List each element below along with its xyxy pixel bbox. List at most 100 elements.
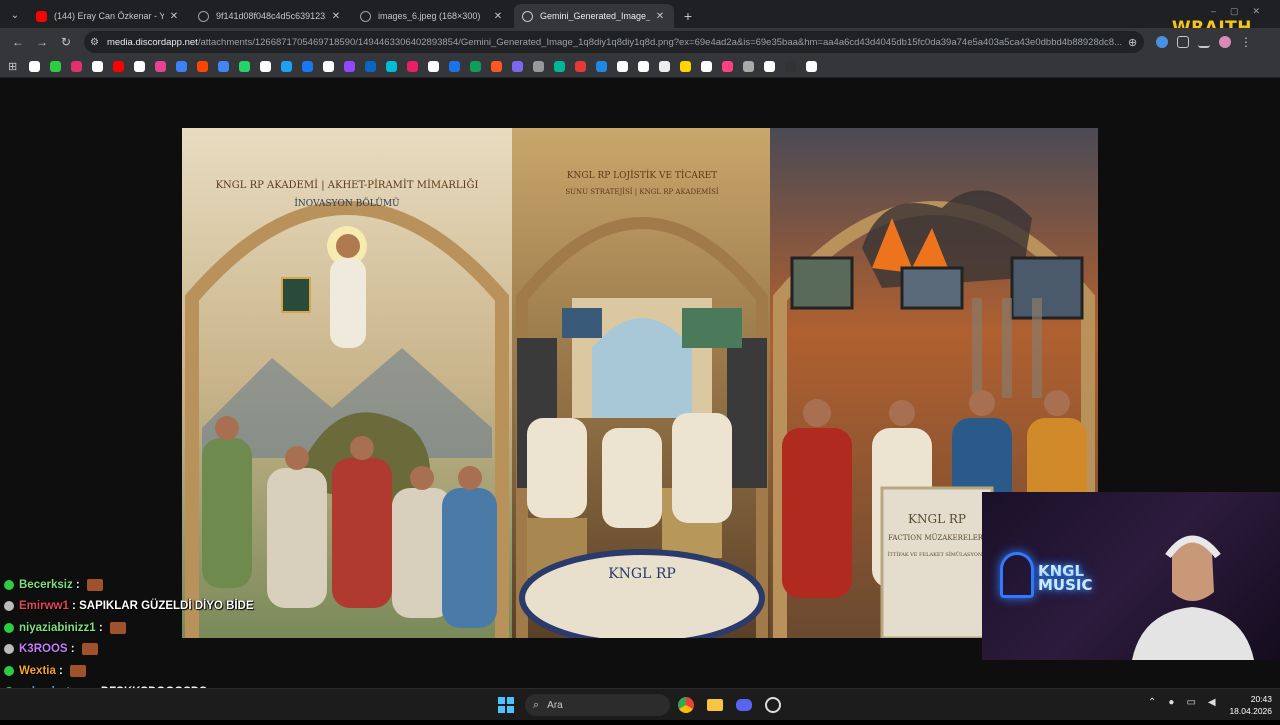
back-arrow-icon[interactable]: ← [6, 30, 30, 54]
bookmark-icon[interactable] [554, 61, 566, 72]
globe-icon [198, 10, 209, 22]
tab-title: 9f141d08f048c4d5c63912314618 [216, 11, 326, 21]
bookmark-icon[interactable] [680, 61, 692, 72]
bookmark-icon[interactable] [239, 61, 251, 72]
bookmark-icon[interactable] [638, 61, 650, 72]
clock-time: 20:43 [1250, 694, 1272, 704]
chat-badge-icon [4, 579, 14, 590]
close-icon[interactable]: ✕ [492, 11, 504, 22]
bookmark-icon[interactable] [743, 61, 755, 72]
banner-middle: KNGL RP LOJİSTİK VE TİCARET [567, 169, 717, 181]
bookmark-icon[interactable] [449, 61, 461, 72]
chevron-up-icon[interactable]: ⌃ [1148, 697, 1156, 708]
bookmark-icon[interactable] [470, 61, 482, 72]
bookmark-icon[interactable] [281, 61, 293, 72]
close-icon[interactable]: ✕ [654, 11, 666, 22]
window-controls[interactable]: –▢✕ [1211, 6, 1274, 17]
bookmark-icon[interactable] [92, 61, 104, 72]
bookmark-icon[interactable] [659, 61, 671, 72]
banner-left: KNGL RP AKADEMİ | AKHET-PİRAMİT MİMARLIĞ… [216, 179, 479, 191]
taskbar-search[interactable]: ⌕ Ara [525, 694, 670, 716]
bookmark-icon[interactable] [407, 61, 419, 72]
bookmark-icon[interactable] [575, 61, 587, 72]
bookmark-icon[interactable] [29, 61, 41, 72]
file-explorer-icon[interactable] [705, 695, 725, 715]
bookmark-icon[interactable] [302, 61, 314, 72]
bookmark-icon[interactable] [722, 61, 734, 72]
chat-message: niyaziabinizz1 : [4, 617, 304, 639]
close-icon[interactable]: ✕ [168, 11, 180, 22]
bookmark-icon[interactable] [323, 61, 335, 72]
address-bar[interactable]: ⚙ media.discordapp.net/attachments/12668… [84, 31, 1144, 53]
download-icon[interactable] [1198, 36, 1210, 48]
bookmark-icon[interactable] [113, 61, 125, 72]
chat-username: niyaziabinizz1 [19, 621, 96, 634]
bookmark-icon[interactable] [365, 61, 377, 72]
bookmark-icon[interactable] [512, 61, 524, 72]
bookmark-icon[interactable] [344, 61, 356, 72]
banner-left-sub: İNOVASYON BÖLÜMÜ [294, 197, 400, 209]
bookmark-icon[interactable] [176, 61, 188, 72]
tab-images-jpeg[interactable]: images_6.jpeg (168×300) ✕ [352, 4, 512, 28]
bookmark-icon[interactable] [134, 61, 146, 72]
kebab-menu-icon[interactable]: ⋮ [1240, 35, 1252, 49]
chat-badge-icon [4, 622, 14, 633]
bookmark-icon[interactable] [71, 61, 83, 72]
chrome-icon[interactable] [676, 695, 696, 715]
avatar[interactable] [1219, 36, 1231, 48]
bookmark-icon[interactable] [596, 61, 608, 72]
chevron-down-icon[interactable]: ⌄ [2, 2, 28, 28]
zoom-icon[interactable]: ⊕ [1128, 36, 1137, 49]
webcam-overlay: KNGL MUSIC [982, 492, 1280, 660]
bookmark-icon[interactable] [260, 61, 272, 72]
tab-hash-image[interactable]: 9f141d08f048c4d5c63912314618 ✕ [190, 4, 350, 28]
bookmark-icon[interactable] [197, 61, 209, 72]
discord-icon[interactable] [734, 695, 754, 715]
bookmark-icon[interactable] [806, 61, 818, 72]
reload-icon[interactable]: ↻ [54, 30, 78, 54]
extension-icon[interactable] [1156, 36, 1168, 48]
chat-username: Emirww1 [19, 600, 69, 613]
bookmark-icon[interactable] [218, 61, 230, 72]
bookmark-icon[interactable] [491, 61, 503, 72]
chat-emote-icon [86, 578, 103, 591]
windows-start-icon[interactable] [498, 697, 514, 713]
bookmark-icon[interactable] [50, 61, 62, 72]
search-icon: ⌕ [533, 698, 540, 711]
bookmark-icon[interactable] [617, 61, 629, 72]
close-icon[interactable]: ✕ [330, 11, 342, 22]
tab-title: (144) Eray Can Özkenar - YouTube [54, 11, 164, 21]
microphone-icon[interactable]: ● [1168, 697, 1174, 708]
bookmark-icon[interactable] [764, 61, 776, 72]
chat-badge-icon [4, 665, 14, 676]
bookmark-icon[interactable] [428, 61, 440, 72]
chat-separator: : [67, 643, 78, 656]
chat-username: Wextia [19, 664, 56, 677]
bookmark-icon[interactable] [155, 61, 167, 72]
forward-arrow-icon[interactable]: → [30, 30, 54, 54]
tab-youtube[interactable]: (144) Eray Can Özkenar - YouTube ✕ [28, 4, 188, 28]
bookmark-icon[interactable] [386, 61, 398, 72]
chat-text: SAPIKLAR GÜZELDİ DİYO BİDE [79, 600, 254, 613]
obs-icon[interactable] [763, 695, 783, 715]
system-tray: ⌃ ● ▭ ◀ [1148, 697, 1216, 708]
streamer-silhouette [1132, 535, 1254, 660]
bookmark-icon[interactable] [533, 61, 545, 72]
apps-grid-icon[interactable]: ⊞ [8, 60, 17, 73]
url-path: /attachments/1266871705469718590/1494463… [197, 36, 1122, 48]
tune-icon[interactable]: ⚙ [90, 37, 99, 48]
speaker-icon[interactable]: ◀ [1208, 697, 1216, 708]
new-tab-button[interactable]: + [676, 4, 700, 28]
chat-badge-icon [4, 601, 14, 612]
bookmark-icon[interactable] [785, 61, 797, 72]
floor-emblem-text: KNGL RP [608, 566, 676, 582]
bookmarks-bar: ⊞ [0, 56, 1280, 78]
system-clock[interactable]: 20:43 18.04.2026 [1229, 693, 1272, 717]
tab-gemini-image[interactable]: Gemini_Generated_Image_1q8diy ✕ [514, 4, 674, 28]
bookmark-icon[interactable] [701, 61, 713, 72]
globe-icon [522, 10, 533, 22]
puzzle-icon[interactable] [1177, 36, 1189, 48]
monitor-icon[interactable]: ▭ [1186, 697, 1195, 708]
chat-message: Emirww1 : SAPIKLAR GÜZELDİ DİYO BİDE [4, 596, 304, 618]
chat-emote-icon [70, 664, 87, 677]
